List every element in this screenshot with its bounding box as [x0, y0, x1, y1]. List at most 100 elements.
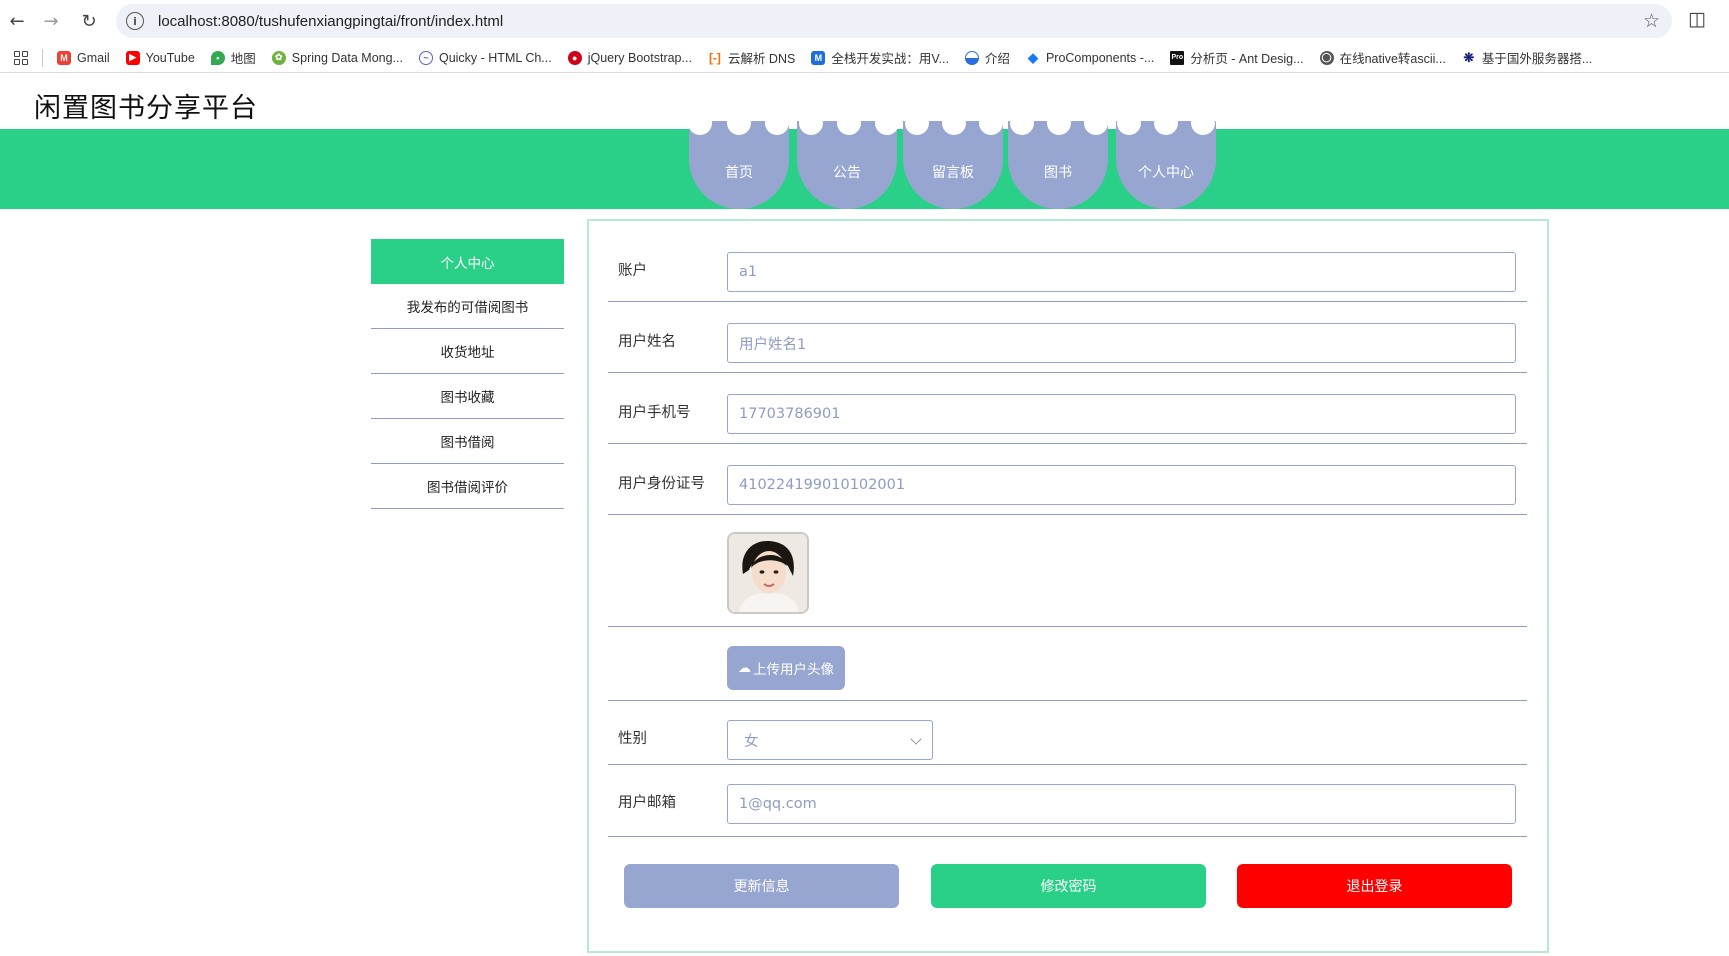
bookmark-intro[interactable]: 介绍	[964, 48, 1010, 67]
procomponents-icon: ◆	[1025, 49, 1040, 65]
back-arrow-icon[interactable]: ←	[4, 8, 30, 34]
phone-input[interactable]: 17703786901	[727, 394, 1516, 434]
nav-item-label: 首页	[725, 165, 753, 181]
phone-label: 用户手机号	[618, 405, 691, 421]
nav-item-label: 公告	[833, 165, 861, 181]
bookmarks-divider	[42, 48, 43, 67]
bookmark-label: 地图	[230, 52, 256, 66]
bookmark-label: jQuery Bootstrap...	[587, 50, 692, 65]
bookmark-label: 全栈开发实战：用V...	[831, 52, 949, 66]
sidebar-item-borrowing[interactable]: 图书借阅	[371, 419, 564, 464]
change-password-button[interactable]: 修改密码	[931, 864, 1206, 908]
scallop-decoration	[1117, 111, 1141, 135]
url-text[interactable]: localhost:8080/tushufenxiangpingtai/fron…	[158, 13, 503, 30]
bookmark-youtube[interactable]: ▶ YouTube	[125, 50, 195, 65]
profile-form: 账户 a1 用户姓名 用户姓名1 用户手机号 17703786901 用户身份证…	[587, 219, 1549, 953]
sidebar-item-my-books[interactable]: 我发布的可借阅图书	[371, 284, 564, 329]
sidebar-item-favorites[interactable]: 图书收藏	[371, 374, 564, 419]
bookmark-procomponents[interactable]: ◆ ProComponents -...	[1025, 49, 1155, 65]
form-row-avatar	[608, 515, 1527, 627]
bookmark-fullstack[interactable]: M 全栈开发实战：用V...	[811, 48, 949, 67]
sidebar-item-reviews[interactable]: 图书借阅评价	[371, 464, 564, 509]
gender-label: 性别	[618, 731, 647, 747]
globe-half-icon	[964, 50, 979, 65]
site-info-icon[interactable]: i	[126, 12, 144, 30]
scallop-decoration	[837, 111, 861, 135]
form-row-name: 用户姓名 用户姓名1	[608, 302, 1527, 373]
bookmark-maps[interactable]: • 地图	[210, 48, 256, 67]
nav-item-label: 个人中心	[1138, 165, 1194, 181]
upload-avatar-button[interactable]: ☁ 上传用户头像	[727, 646, 845, 690]
name-input[interactable]: 用户姓名1	[727, 323, 1516, 363]
form-row-email: 用户邮箱 1@qq.com	[608, 765, 1527, 837]
logout-button[interactable]: 退出登录	[1237, 864, 1512, 908]
bookmark-label: YouTube	[145, 50, 195, 65]
form-row-gender: 性别 女	[608, 701, 1527, 765]
gender-select[interactable]: 女	[727, 720, 933, 760]
form-row-id-card: 用户身份证号 410224199010102001	[608, 444, 1527, 515]
nav-item-label: 留言板	[932, 165, 974, 181]
forward-arrow-icon[interactable]: →	[38, 8, 64, 34]
cloud-upload-icon: ☁	[738, 660, 751, 676]
scallop-decoration	[1191, 111, 1215, 135]
form-row-phone: 用户手机号 17703786901	[608, 373, 1527, 444]
form-row-upload: ☁ 上传用户头像	[608, 627, 1527, 701]
globe-icon: ◯	[1319, 50, 1334, 65]
pro-icon: Pro	[1170, 50, 1185, 65]
scallop-decoration	[765, 111, 789, 135]
name-label: 用户姓名	[618, 334, 676, 350]
account-label: 账户	[618, 263, 647, 279]
quicky-icon: ~	[418, 50, 433, 65]
profile-sidebar: 个人中心 我发布的可借阅图书 收货地址 图书收藏 图书借阅 图书借阅评价	[371, 239, 564, 509]
bookmark-label: 介绍	[984, 52, 1010, 66]
bookmark-label: Quicky - HTML Ch...	[438, 50, 552, 65]
aliyun-icon: [-]	[707, 50, 722, 65]
avatar	[727, 532, 809, 614]
apps-grid-icon[interactable]	[14, 50, 28, 65]
scallop-decoration	[905, 111, 929, 135]
bookmark-label: ProComponents -...	[1045, 50, 1155, 65]
youtube-icon: ▶	[125, 50, 140, 65]
nav-item-label: 图书	[1044, 165, 1072, 181]
bookmark-label: 在线native转ascii...	[1339, 52, 1446, 66]
bookmark-label: Gmail	[77, 50, 110, 65]
gmail-icon: M	[57, 50, 71, 65]
gender-value: 女	[744, 733, 759, 750]
maps-icon: •	[210, 50, 225, 65]
extensions-icon[interactable]: ◫	[1688, 8, 1706, 30]
bookmark-spring[interactable]: ✿ Spring Data Mong...	[271, 50, 403, 65]
bookmark-label: 云解析 DNS	[727, 52, 796, 66]
medium-icon: M	[811, 50, 826, 65]
scallop-decoration	[1047, 111, 1071, 135]
sidebar-item-profile[interactable]: 个人中心	[371, 239, 564, 284]
scallop-decoration	[799, 111, 823, 135]
id-card-input[interactable]: 410224199010102001	[727, 465, 1516, 505]
reload-icon[interactable]: ↻	[76, 8, 102, 34]
spring-icon: ✿	[271, 50, 286, 65]
bookmark-aliyun-dns[interactable]: [-] 云解析 DNS	[707, 48, 796, 67]
avatar-portrait	[729, 534, 807, 612]
browser-toolbar: ← → ↻ i localhost:8080/tushufenxiangping…	[0, 0, 1729, 40]
sidebar-item-address[interactable]: 收货地址	[371, 329, 564, 374]
bookmark-jquery[interactable]: ● jQuery Bootstrap...	[567, 50, 692, 65]
scallop-decoration	[875, 111, 899, 135]
update-info-button[interactable]: 更新信息	[624, 864, 899, 908]
scallop-decoration	[1154, 111, 1178, 135]
bookmark-native-ascii[interactable]: ◯ 在线native转ascii...	[1319, 48, 1446, 67]
scallop-decoration	[688, 111, 712, 135]
bookmark-label: 分析页 - Ant Desig...	[1190, 52, 1304, 66]
bookmark-label: 基于国外服务器搭...	[1481, 52, 1593, 66]
site-title: 闲置图书分享平台	[34, 93, 258, 124]
bookmark-server[interactable]: ❋ 基于国外服务器搭...	[1461, 48, 1593, 67]
bookmark-ant-design[interactable]: Pro 分析页 - Ant Desig...	[1170, 48, 1304, 67]
scallop-decoration	[1010, 111, 1034, 135]
scallop-decoration	[979, 111, 1003, 135]
bookmark-star-icon[interactable]: ☆	[1643, 10, 1660, 32]
account-input[interactable]: a1	[727, 252, 1516, 292]
address-bar[interactable]: i localhost:8080/tushufenxiangpingtai/fr…	[116, 4, 1672, 38]
fan-icon: ❋	[1461, 49, 1476, 65]
bookmark-quicky[interactable]: ~ Quicky - HTML Ch...	[418, 50, 552, 65]
email-input[interactable]: 1@qq.com	[727, 784, 1516, 824]
form-row-account: 账户 a1	[608, 221, 1527, 302]
bookmark-gmail[interactable]: M Gmail	[57, 50, 110, 65]
